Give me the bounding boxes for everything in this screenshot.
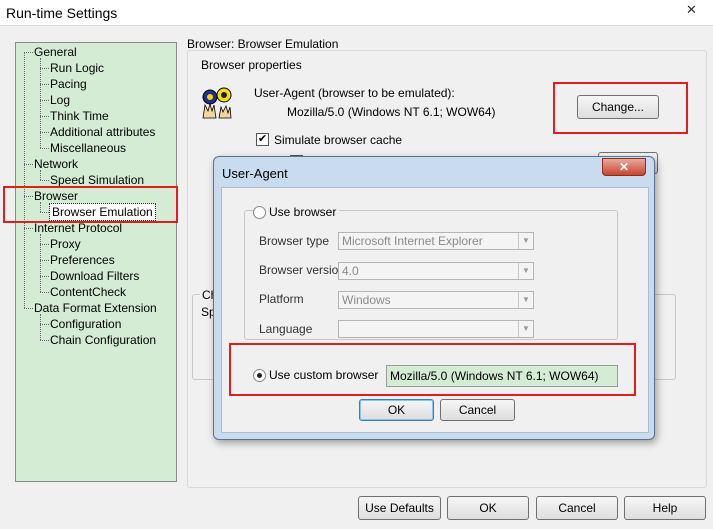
panel-title: Browser: Browser Emulation <box>187 37 339 51</box>
cancel-button[interactable]: Cancel <box>536 496 618 520</box>
tree-line <box>40 116 49 117</box>
language-select[interactable]: ▼ <box>338 320 534 338</box>
user-agent-value: Mozilla/5.0 (Windows NT 6.1; WOW64) <box>287 105 496 119</box>
window-title: Run-time Settings <box>6 5 118 21</box>
tree-item-think-time[interactable]: Think Time <box>50 108 109 124</box>
tree-line <box>24 52 33 53</box>
use-browser-radio[interactable] <box>253 206 266 219</box>
chevron-down-icon: ▼ <box>518 263 533 279</box>
browser-version-select[interactable]: 4.0 ▼ <box>338 262 534 280</box>
window-titlebar: Run-time Settings <box>0 0 713 26</box>
chevron-down-icon: ▼ <box>518 292 533 308</box>
tree-item-general[interactable]: General <box>34 44 77 60</box>
tree-item-run-logic[interactable]: Run Logic <box>50 60 104 76</box>
tree-item-preferences[interactable]: Preferences <box>50 252 115 268</box>
dialog-ok-button[interactable]: OK <box>359 399 434 421</box>
tree-line <box>40 148 49 149</box>
tree-item-configuration[interactable]: Configuration <box>50 316 121 332</box>
tree-line <box>40 84 49 85</box>
browser-type-value: Microsoft Internet Explorer <box>342 234 483 248</box>
ok-button[interactable]: OK <box>447 496 529 520</box>
highlight-custom-box <box>229 343 636 396</box>
tree-item-additional-attributes[interactable]: Additional attributes <box>50 124 155 140</box>
tree-line <box>40 180 49 181</box>
tree-line <box>40 234 41 292</box>
use-browser-label: Use browser <box>266 205 340 219</box>
tree-item-chain-configuration[interactable]: Chain Configuration <box>50 332 156 348</box>
simulate-cache-label: Simulate browser cache <box>274 133 403 147</box>
chevron-down-icon: ▼ <box>518 233 533 249</box>
browser-properties-label: Browser properties <box>201 58 302 72</box>
highlight-change-box <box>553 82 688 134</box>
browser-emulation-icon <box>199 85 235 119</box>
browser-version-label: Browser version <box>259 263 346 277</box>
platform-select[interactable]: Windows ▼ <box>338 291 534 309</box>
tree-item-contentcheck[interactable]: ContentCheck <box>50 284 126 300</box>
tree-item-proxy[interactable]: Proxy <box>50 236 81 252</box>
platform-label: Platform <box>259 292 304 306</box>
platform-value: Windows <box>342 293 391 307</box>
tree-line <box>40 324 49 325</box>
tree-line <box>40 314 41 340</box>
tree-item-pacing[interactable]: Pacing <box>50 76 87 92</box>
tree-line <box>40 58 41 148</box>
tree-line <box>40 276 49 277</box>
tree-line <box>40 244 49 245</box>
user-agent-label: User-Agent (browser to be emulated): <box>254 86 455 100</box>
tree-line <box>40 340 49 341</box>
tree-item-log[interactable]: Log <box>50 92 70 108</box>
browser-type-select[interactable]: Microsoft Internet Explorer ▼ <box>338 232 534 250</box>
tree-line <box>40 100 49 101</box>
tree-item-data-format-extension[interactable]: Data Format Extension <box>34 300 157 316</box>
language-label: Language <box>259 322 313 336</box>
browser-type-label: Browser type <box>259 234 330 248</box>
help-button[interactable]: Help <box>624 496 706 520</box>
tree-item-network[interactable]: Network <box>34 156 78 172</box>
browser-version-value: 4.0 <box>342 264 359 278</box>
dialog-close-icon[interactable]: ✕ <box>602 158 646 176</box>
dialog-title: User-Agent <box>222 166 288 181</box>
simulate-cache-checkbox[interactable]: ✔ <box>256 133 269 146</box>
tree-line <box>40 292 49 293</box>
tree-line <box>24 228 33 229</box>
tree-item-miscellaneous[interactable]: Miscellaneous <box>50 140 126 156</box>
tree-item-download-filters[interactable]: Download Filters <box>50 268 139 284</box>
tree-line <box>40 260 49 261</box>
close-icon[interactable]: ✕ <box>670 0 713 20</box>
tree-line <box>40 68 49 69</box>
tree-line <box>24 308 33 309</box>
highlight-browser-box <box>3 186 178 223</box>
chevron-down-icon: ▼ <box>518 321 533 337</box>
tree-line <box>24 52 25 308</box>
settings-tree[interactable]: General Run Logic Pacing Log Think Time Addit… <box>15 42 177 482</box>
use-defaults-button[interactable]: Use Defaults <box>358 496 441 520</box>
tree-line <box>24 164 33 165</box>
dialog-cancel-button[interactable]: Cancel <box>440 399 515 421</box>
tree-line <box>40 132 49 133</box>
